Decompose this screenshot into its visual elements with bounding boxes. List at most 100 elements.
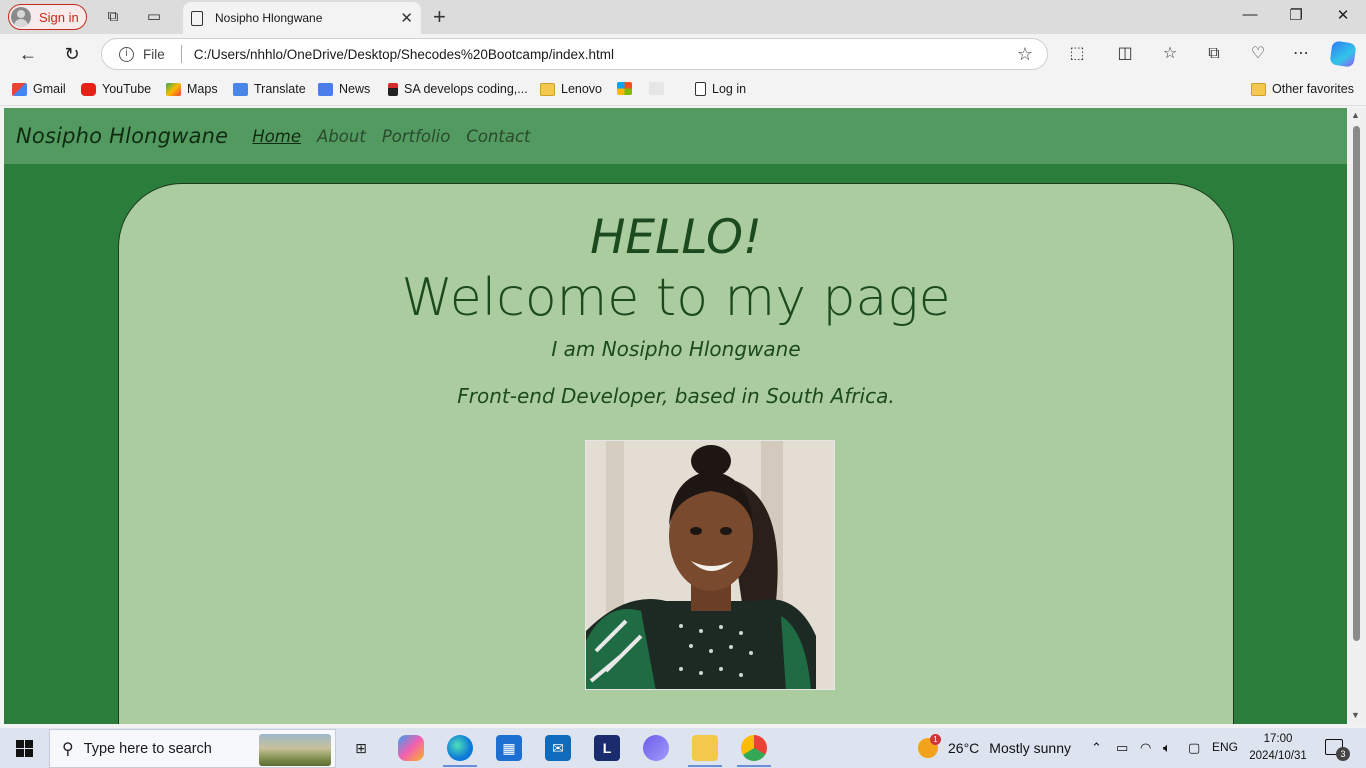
maps-icon <box>166 82 181 96</box>
address-bar-row: ← ↻ i File C:/Users/nhhlo/OneDrive/Deskt… <box>0 34 1366 74</box>
gmail-icon <box>12 82 27 96</box>
weather-desc: Mostly sunny <box>989 740 1071 756</box>
chrome-icon[interactable] <box>741 735 767 761</box>
edge-active-indicator <box>443 765 477 767</box>
bookmark-label: YouTube <box>102 82 152 96</box>
wifi-icon[interactable]: ◠ <box>1140 740 1151 756</box>
news-icon <box>318 82 333 96</box>
microsoft-store-icon[interactable]: ▦ <box>496 735 522 761</box>
folder-icon <box>540 82 555 96</box>
microsoft-icon <box>617 82 632 95</box>
bookmark-label: Maps <box>187 82 218 96</box>
volume-icon[interactable]: 🔈︎ <box>1163 740 1171 756</box>
task-view-icon[interactable]: ⊞ <box>348 735 374 761</box>
nav-link-portfolio[interactable]: Portfolio <box>382 127 450 146</box>
windows-taskbar: ⚲ Type here to search ⊞ ▦ ✉ L 1 26°C Mos… <box>0 728 1366 768</box>
extensions-icon[interactable]: ⬚ <box>1066 43 1088 65</box>
browser-essentials-icon[interactable]: ♡ <box>1247 43 1269 65</box>
file-explorer-icon[interactable] <box>692 735 718 761</box>
battery-icon[interactable]: ▭ <box>1116 740 1128 756</box>
address-bar[interactable]: i File C:/Users/nhhlo/OneDrive/Desktop/S… <box>101 38 1048 70</box>
clock-time: 17:00 <box>1263 733 1293 745</box>
notification-center-icon[interactable]: 3 <box>1325 739 1350 761</box>
site-brand[interactable]: Nosipho Hlongwane <box>16 124 228 148</box>
weather-widget[interactable]: 1 26°C Mostly sunny <box>918 734 1071 758</box>
meet-now-icon[interactable]: ▢ <box>1188 740 1200 756</box>
notification-count: 3 <box>1336 747 1350 761</box>
show-hidden-icons-chevron-icon[interactable]: ⌃ <box>1091 740 1102 756</box>
edge-browser-icon[interactable] <box>447 735 473 761</box>
weather-sun-icon: 1 <box>918 734 941 758</box>
url-separator <box>180 45 182 63</box>
favorite-star-icon[interactable]: ☆ <box>1017 44 1033 65</box>
bookmark-log-in[interactable]: Log in <box>695 82 746 96</box>
bookmark-label: News <box>339 82 371 96</box>
taskbar-clock[interactable]: 17:00 2024/10/31 <box>1246 731 1310 765</box>
tab-title: Nosipho Hlongwane <box>215 11 323 25</box>
bookmark-sa-develops[interactable]: SA develops coding,... <box>388 82 528 96</box>
site-info-icon[interactable]: i <box>119 46 134 62</box>
more-menu-icon[interactable]: ⋯ <box>1290 43 1312 65</box>
lenovo-vantage-icon[interactable]: L <box>594 735 620 761</box>
hero-card: HELLO! Welcome to my page I am Nosipho H… <box>118 183 1234 724</box>
window-close-icon[interactable]: ✕ <box>1333 6 1353 24</box>
bookmark-microsoft[interactable] <box>617 82 638 95</box>
bookmark-favicon-icon <box>388 82 398 96</box>
taskbar-search[interactable]: ⚲ Type here to search <box>49 729 336 768</box>
page-scrollbar[interactable]: ▲ ▼ <box>1347 108 1366 724</box>
bookmark-label: Lenovo <box>561 82 603 96</box>
bookmark-label: SA develops coding,... <box>404 82 528 96</box>
url-scheme-label: File <box>143 46 165 62</box>
split-screen-icon[interactable]: ◫ <box>1114 43 1136 65</box>
copilot-taskbar-icon[interactable] <box>398 735 424 761</box>
collections-icon[interactable]: ⧉ <box>1203 43 1225 65</box>
intro-text: I am Nosipho Hlongwane <box>551 337 801 361</box>
scroll-up-icon[interactable]: ▲ <box>1351 110 1360 120</box>
nav-link-about[interactable]: About <box>317 127 366 146</box>
workspaces-icon[interactable]: ⧉ <box>104 8 122 26</box>
scroll-down-icon[interactable]: ▼ <box>1351 710 1360 720</box>
weather-badge: 1 <box>930 734 941 745</box>
nav-link-contact[interactable]: Contact <box>466 127 530 146</box>
new-tab-icon[interactable]: + <box>433 4 446 30</box>
browser-tab-strip: Sign in ⧉ ▭ Nosipho Hlongwane ✕ + — ❐ ✕ <box>0 0 1366 34</box>
url-text[interactable]: C:/Users/nhhlo/OneDrive/Desktop/Shecodes… <box>194 47 614 62</box>
search-icon: ⚲ <box>62 740 74 758</box>
bookmark-gmail[interactable]: Gmail <box>12 82 66 96</box>
copilot-icon[interactable] <box>1329 40 1357 68</box>
language-indicator[interactable]: ENG <box>1212 740 1238 754</box>
role-text: Front-end Developer, based in South Afri… <box>457 384 895 408</box>
minimize-icon[interactable]: — <box>1240 6 1260 23</box>
bookmark-translate[interactable]: Translate <box>233 82 306 96</box>
bookmark-youtube[interactable]: YouTube <box>81 82 151 96</box>
favorites-bar: Gmail YouTube Maps Translate News SA dev… <box>0 74 1366 106</box>
restore-icon[interactable]: ❐ <box>1286 6 1306 24</box>
bookmark-blank[interactable] <box>649 82 670 95</box>
favorites-icon[interactable]: ☆ <box>1159 43 1181 65</box>
nav-link-home[interactable]: Home <box>252 127 301 146</box>
back-arrow-icon[interactable]: ← <box>17 43 39 65</box>
explorer-active-indicator <box>688 765 722 767</box>
bookmark-maps[interactable]: Maps <box>166 82 218 96</box>
search-highlight-image <box>259 734 331 766</box>
sign-in-button[interactable]: Sign in <box>8 4 87 30</box>
bookmark-label: Other favorites <box>1272 82 1354 96</box>
scrollbar-thumb[interactable] <box>1353 126 1360 641</box>
windows-start-icon[interactable] <box>16 740 33 757</box>
close-tab-icon[interactable]: ✕ <box>400 9 413 27</box>
refresh-icon[interactable]: ↻ <box>61 43 83 65</box>
active-tab[interactable]: Nosipho Hlongwane ✕ <box>183 2 421 34</box>
bookmark-favicon-icon <box>649 82 664 95</box>
hello-heading: HELLO! <box>590 210 762 265</box>
bookmark-other-favorites[interactable]: Other favorites <box>1251 82 1354 96</box>
bookmark-news[interactable]: News <box>318 82 370 96</box>
mail-icon[interactable]: ✉ <box>545 735 571 761</box>
clock-date: 2024/10/31 <box>1249 750 1307 762</box>
bookmark-lenovo[interactable]: Lenovo <box>540 82 602 96</box>
document-icon <box>191 10 203 26</box>
youtube-icon <box>81 82 96 96</box>
profile-avatar-icon <box>11 7 31 27</box>
tab-actions-icon[interactable]: ▭ <box>145 8 163 26</box>
app-icon[interactable] <box>643 735 669 761</box>
weather-temp: 26°C <box>948 740 980 756</box>
